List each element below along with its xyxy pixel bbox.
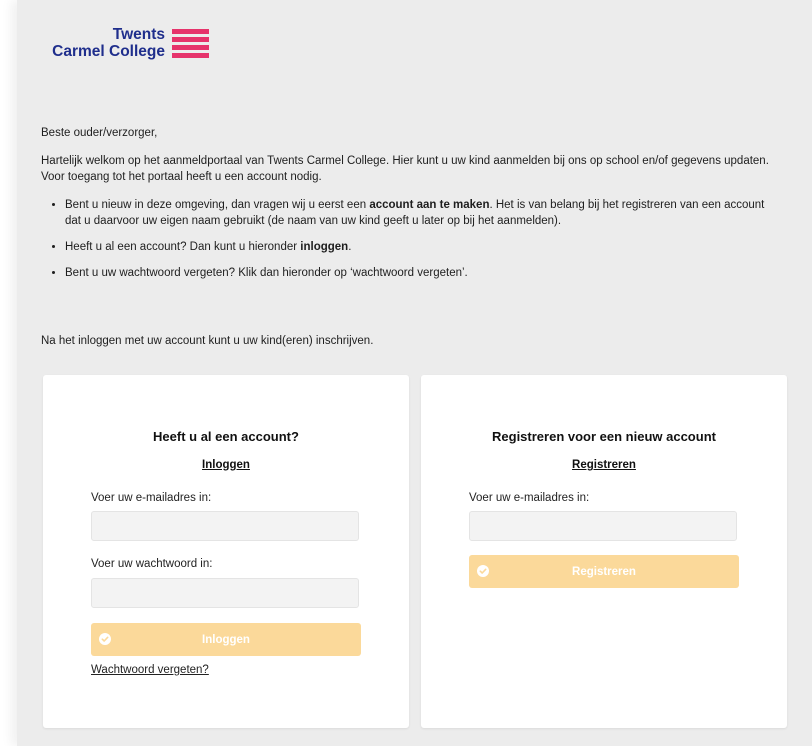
login-link[interactable]: Inloggen xyxy=(43,459,409,471)
login-button[interactable]: Inloggen xyxy=(91,623,361,656)
register-button[interactable]: Registreren xyxy=(469,555,739,588)
register-card: Registreren voor een nieuw account Regis… xyxy=(421,375,787,728)
bullet-emphasis: account aan te maken xyxy=(369,199,490,211)
logo-stripe-1 xyxy=(172,29,209,34)
intro-paragraph: Hartelijk welkom op het aanmeldportaal v… xyxy=(41,155,769,183)
password-label: Voer uw wachtwoord in: xyxy=(91,558,213,570)
login-password-input[interactable] xyxy=(91,578,359,608)
bullet-text: Heeft u al een account? Dan kunt u hiero… xyxy=(65,241,301,253)
logo-line-2: Carmel College xyxy=(52,43,165,60)
logo-stripe-2 xyxy=(172,37,209,42)
instruction-list: Bent u nieuw in deze omgeving, dan vrage… xyxy=(41,197,781,281)
bullet-text: . xyxy=(348,241,352,253)
logo-stripe-3 xyxy=(172,45,209,50)
email-label: Voer uw e-mailadres in: xyxy=(91,492,212,504)
intro-text: Beste ouder/verzorger, Hartelijk welkom … xyxy=(41,125,781,291)
list-item: Heeft u al een account? Dan kunt u hiero… xyxy=(65,239,781,255)
login-email-input[interactable] xyxy=(91,511,359,541)
list-item: Bent u uw wachtwoord vergeten? Klik dan … xyxy=(65,265,781,281)
login-button-label: Inloggen xyxy=(202,633,250,646)
brand-logo: Twents Carmel College xyxy=(41,20,231,70)
page: Twents Carmel College Beste ouder/verzor… xyxy=(17,0,812,746)
register-link[interactable]: Registreren xyxy=(421,459,787,471)
check-circle-icon xyxy=(99,633,111,645)
login-card: Heeft u al een account? Inloggen Voer uw… xyxy=(43,375,409,728)
register-title: Registreren voor een nieuw account xyxy=(492,429,716,444)
logo-stripe-4 xyxy=(172,53,209,58)
register-email-input[interactable] xyxy=(469,511,737,541)
bullet-text: Bent u nieuw in deze omgeving, dan vrage… xyxy=(65,199,370,211)
list-item: Bent u nieuw in deze omgeving, dan vrage… xyxy=(65,197,781,229)
bullet-emphasis: inloggen xyxy=(300,241,349,253)
check-circle-icon xyxy=(477,565,489,577)
email-label: Voer uw e-mailadres in: xyxy=(469,492,590,504)
register-button-label: Registreren xyxy=(572,565,636,578)
after-login-note: Na het inloggen met uw account kunt u uw… xyxy=(41,335,374,347)
forgot-password-link[interactable]: Wachtwoord vergeten? xyxy=(91,664,209,676)
login-title: Heeft u al een account? xyxy=(153,429,299,444)
greeting: Beste ouder/verzorger, xyxy=(41,127,158,139)
logo-line-1: Twents xyxy=(112,26,165,43)
